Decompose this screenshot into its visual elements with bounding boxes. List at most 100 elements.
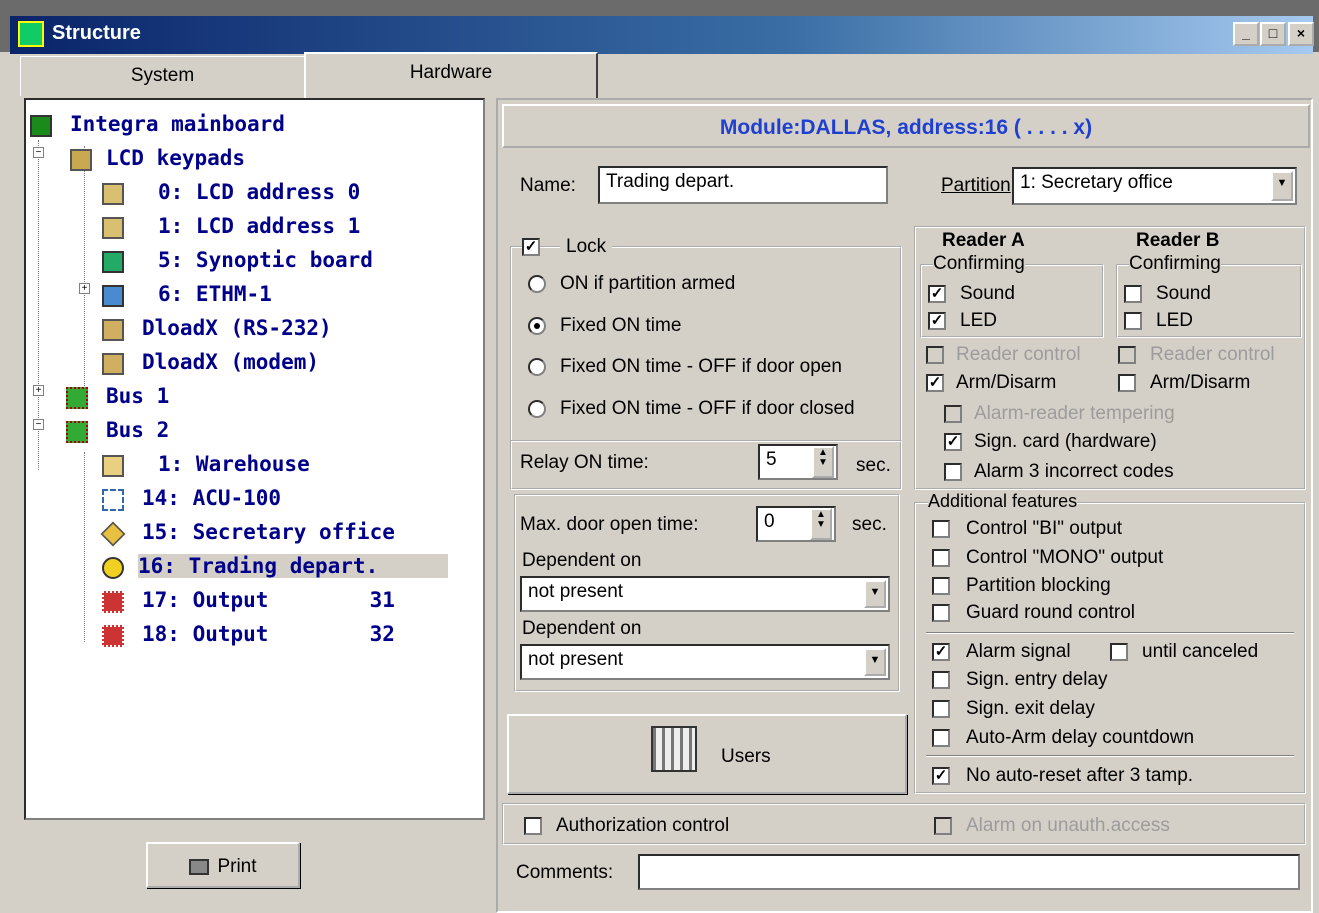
chevron-down-icon[interactable]: ▼ [864,648,886,676]
reader-b-led-checkbox[interactable] [1124,312,1142,330]
tree-item-lcd-keypads[interactable]: LCD keypads [106,146,245,170]
tree-item-secretary[interactable]: 15: Secretary office [142,520,395,544]
users-label: Users [721,746,771,767]
alarm3-checkbox[interactable] [944,463,962,481]
sign-card-checkbox[interactable]: ✓ [944,433,962,451]
comments-label: Comments: [516,862,614,883]
title-bar-background [10,16,1313,54]
tree-item-output18[interactable]: 18: Output 32 [142,622,395,646]
reader-a-led-checkbox[interactable]: ✓ [928,312,946,330]
dependent1-select[interactable]: not present ▼ [520,576,890,612]
chevron-down-icon[interactable]: ▼ [864,580,886,608]
print-label: Print [217,856,257,877]
reader-a-sound-label: Sound [960,283,1015,304]
authorization-label: Authorization control [556,815,730,836]
collapse-lcd-keypads[interactable]: − [33,147,44,158]
print-button[interactable]: Print [146,842,300,888]
maximize-button[interactable]: □ [1260,22,1286,46]
lock-option-radio[interactable] [528,317,546,335]
reader-b-arm-checkbox[interactable] [1118,374,1136,392]
mainboard-icon [30,115,52,137]
sign-entry-checkbox[interactable] [932,671,950,689]
alarm-signal-checkbox[interactable]: ✓ [932,643,950,661]
door-unit: sec. [852,514,887,535]
title-bar [0,0,1319,54]
lock-checkbox[interactable]: ✓ [522,238,540,256]
expand-bus1[interactable]: + [33,385,44,396]
reader-a-title: Reader A [942,230,1025,251]
lock-option-radio[interactable] [528,358,546,376]
window-title: Structure [52,22,141,44]
tab-hardware-label: Hardware [409,62,493,83]
guard-round-checkbox[interactable] [932,604,950,622]
guard-round-label: Guard round control [966,602,1135,623]
door-value: 0 [764,511,775,532]
control-mono-checkbox[interactable] [932,549,950,567]
tree-item-acu100[interactable]: 14: ACU-100 [142,486,281,510]
tree-item-lcd0[interactable]: 0: LCD address 0 [158,180,360,204]
tab-system[interactable]: System [20,56,305,96]
reader-a-arm-checkbox[interactable]: ✓ [926,374,944,392]
expand-ethm[interactable]: + [79,283,90,294]
reader-b-sound-checkbox[interactable] [1124,285,1142,303]
comments-input[interactable] [638,854,1300,890]
reader-a-led-label: LED [960,310,997,331]
chevron-down-icon[interactable]: ▼ [1271,171,1293,201]
auto-arm-checkbox[interactable] [932,729,950,747]
tree-item-synoptic[interactable]: 5: Synoptic board [158,248,373,272]
tree-item-dloadx-modem[interactable]: DloadX (modem) [142,350,319,374]
tab-system-label: System [130,65,195,86]
tree-item-output17[interactable]: 17: Output 31 [142,588,395,612]
relay-unit: sec. [856,455,891,476]
dependent2-select[interactable]: not present ▼ [520,644,890,680]
keypad-icon [102,183,124,205]
hardware-tree[interactable]: − + + − Integra mainboard LCD keypads 0:… [24,98,485,820]
tree-item-lcd1[interactable]: 1: LCD address 1 [158,214,360,238]
until-canceled-checkbox[interactable] [1110,643,1128,661]
app-icon [18,21,44,47]
reader-b-led-label: LED [1156,310,1193,331]
partition-select[interactable]: 1: Secretary office ▼ [1012,167,1297,205]
printer-icon [189,858,210,875]
ethm-icon [102,285,124,307]
reader-b-arm-label: Arm/Disarm [1150,372,1251,393]
dallas-icon [102,557,124,579]
tree-item-bus2[interactable]: Bus 2 [106,418,169,442]
reader-b-confirming-label: Confirming [1129,253,1221,275]
collapse-bus2[interactable]: − [33,419,44,430]
dependent1-value: not present [528,581,624,602]
no-auto-reset-checkbox[interactable]: ✓ [932,767,950,785]
tree-item-bus1[interactable]: Bus 1 [106,384,169,408]
name-input[interactable]: Trading depart. [598,166,888,204]
authorization-checkbox[interactable] [524,817,542,835]
tree-item-warehouse[interactable]: 1: Warehouse [158,452,310,476]
lock-option-radio[interactable] [528,400,546,418]
tree-item-ethm[interactable]: 6: ETHM-1 [158,282,272,306]
sign-exit-checkbox[interactable] [932,700,950,718]
relay-spinner[interactable]: ▲ ▼ [812,446,834,478]
users-button[interactable]: Users [507,714,907,794]
alarm-unauth-label: Alarm on unauth.access [966,815,1170,836]
door-spinner[interactable]: ▲ ▼ [810,508,832,540]
keypad-icon [102,217,124,239]
synoptic-board-icon [102,251,124,273]
tree-item-trading[interactable]: 16: Trading depart. [138,554,448,578]
additional-features-title: Additional features [928,491,1078,512]
lock-option-label: Fixed ON time - OFF if door closed [560,398,855,419]
minimize-button[interactable]: _ [1233,22,1259,46]
control-bi-checkbox[interactable] [932,520,950,538]
separator [926,755,1294,757]
dependent2-label: Dependent on [522,618,642,639]
partition-blocking-checkbox[interactable] [932,577,950,595]
dependent1-label: Dependent on [522,550,642,571]
reader-b-sound-label: Sound [1156,283,1211,304]
partition-blocking-label: Partition blocking [966,575,1111,596]
tree-item-dloadx-rs232[interactable]: DloadX (RS-232) [142,316,332,340]
close-button[interactable]: × [1288,22,1314,46]
tree-item-mainboard[interactable]: Integra mainboard [70,112,285,136]
partition-value: 1: Secretary office [1020,172,1173,193]
lock-option-radio[interactable] [528,275,546,293]
reader-a-sound-checkbox[interactable]: ✓ [928,285,946,303]
tab-hardware[interactable]: Hardware [304,52,598,98]
separator [926,632,1294,634]
